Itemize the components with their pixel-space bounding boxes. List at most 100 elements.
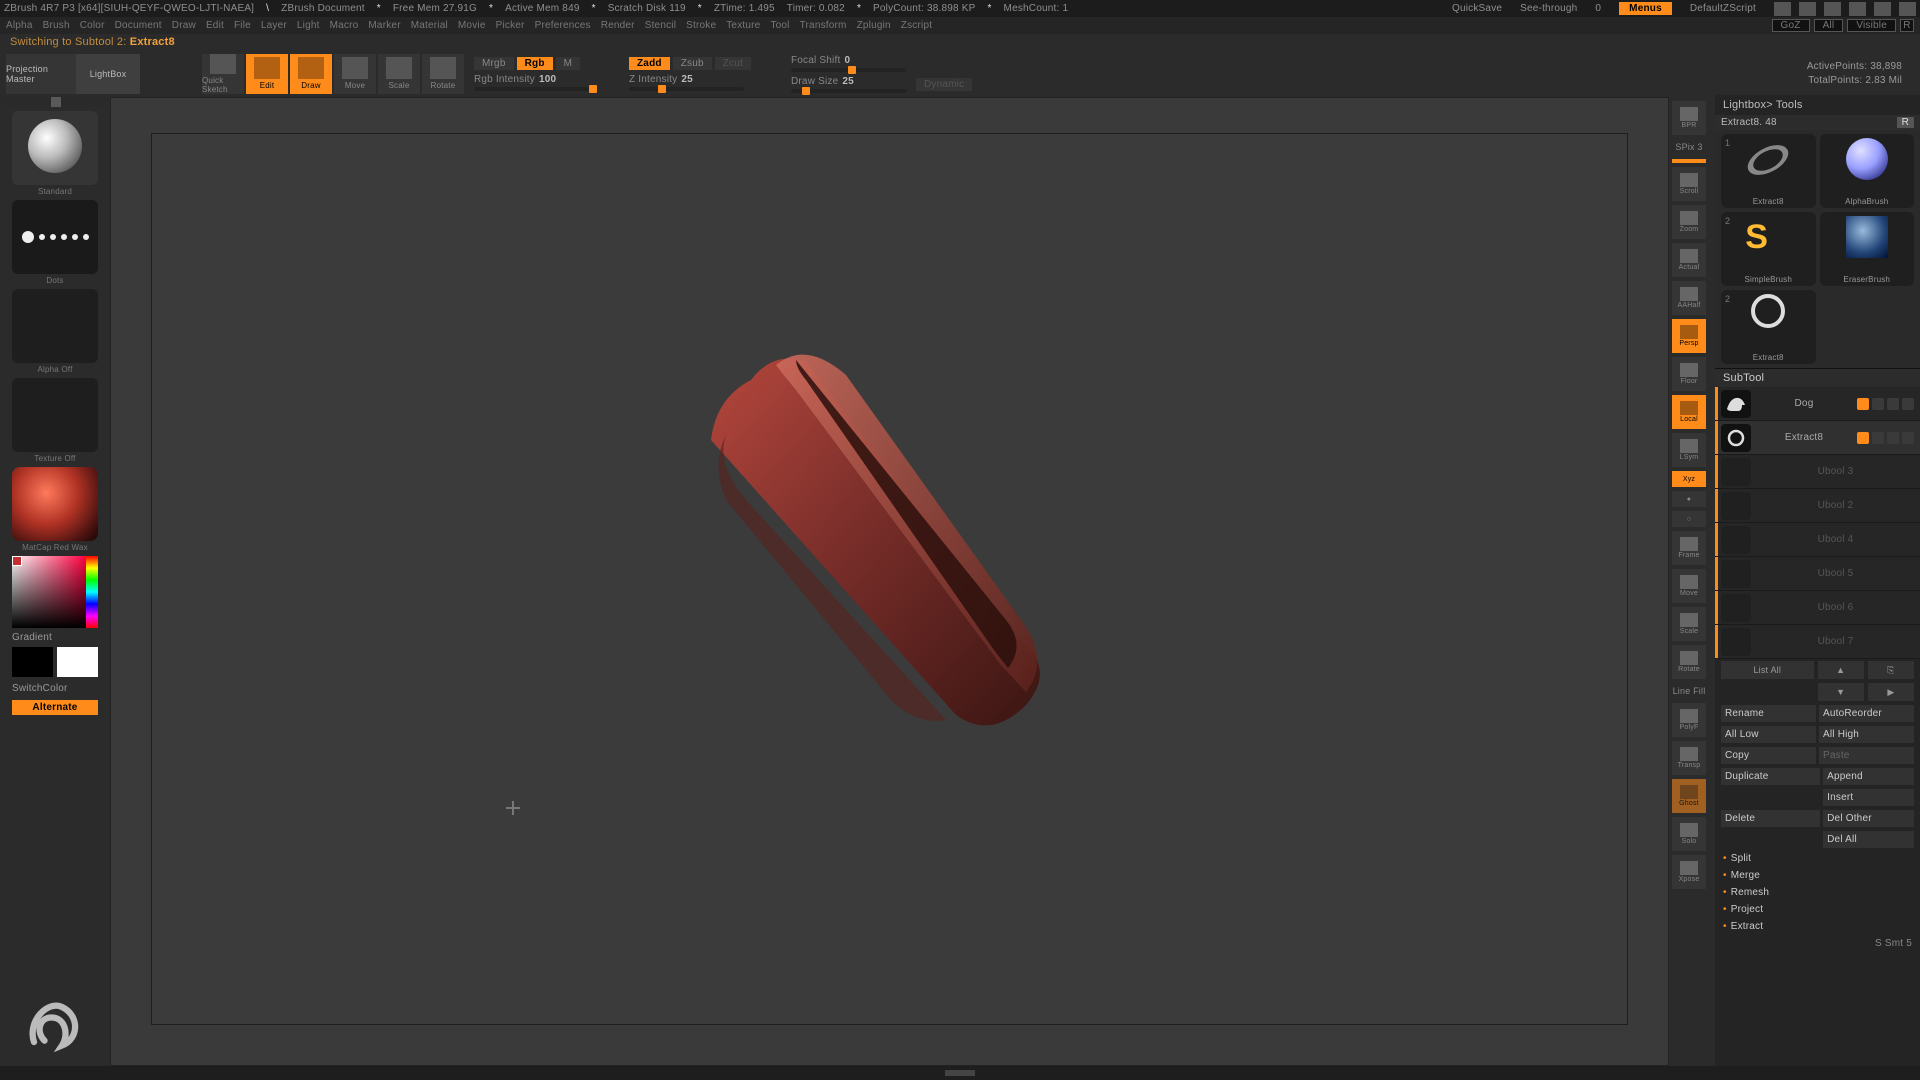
tool-thumb-eraserbrush[interactable]: EraserBrush — [1820, 212, 1915, 286]
move-cam-button[interactable]: Move — [1672, 569, 1706, 603]
titlebar-util-icon[interactable] — [1774, 2, 1791, 16]
draw-button[interactable]: Draw — [290, 54, 332, 94]
zoom-button[interactable]: Zoom — [1672, 205, 1706, 239]
subtool-row[interactable]: Ubool 3 — [1715, 455, 1920, 489]
listall-button[interactable]: List All — [1721, 661, 1814, 679]
defaultzscript-button[interactable]: DefaultZScript — [1680, 2, 1766, 15]
menu-item[interactable]: Stroke — [686, 20, 716, 31]
quicksave-button[interactable]: QuickSave — [1442, 2, 1512, 15]
brush-thumbnail[interactable] — [12, 111, 98, 185]
subtool-flag[interactable] — [1887, 432, 1899, 444]
lightbox-breadcrumb[interactable]: Lightbox> Tools — [1715, 95, 1920, 115]
visibility-toggle[interactable] — [1857, 398, 1869, 410]
edit-button[interactable]: Edit — [246, 54, 288, 94]
quicksketch-button[interactable]: Quick Sketch — [202, 54, 244, 94]
stroke-thumbnail[interactable] — [12, 200, 98, 274]
merge-accordion[interactable]: •Merge — [1715, 867, 1920, 884]
menu-item[interactable]: Light — [297, 20, 320, 31]
menu-item[interactable]: Material — [411, 20, 448, 31]
arrow-right-button[interactable]: ▶ — [1868, 683, 1914, 701]
alllow-button[interactable]: All Low — [1721, 726, 1816, 743]
menu-item[interactable]: Texture — [726, 20, 760, 31]
delother-button[interactable]: Del Other — [1823, 810, 1914, 827]
scale-button[interactable]: Scale — [378, 54, 420, 94]
texture-thumbnail[interactable] — [12, 378, 98, 452]
axis-z-button[interactable]: ○ — [1672, 511, 1706, 527]
rgb-button[interactable]: Rgb — [517, 57, 553, 70]
mrgb-button[interactable]: Mrgb — [474, 57, 514, 70]
menu-item[interactable]: Alpha — [6, 20, 33, 31]
bpr-button[interactable]: BPR — [1672, 101, 1706, 135]
document-canvas[interactable] — [110, 97, 1669, 1066]
persp-button[interactable]: Persp — [1672, 319, 1706, 353]
subtool-flag[interactable] — [1902, 432, 1914, 444]
allhigh-button[interactable]: All High — [1819, 726, 1914, 743]
menu-item[interactable]: Stencil — [645, 20, 676, 31]
focal-shift-slider[interactable] — [791, 68, 906, 72]
insert-button[interactable]: Insert — [1823, 789, 1914, 806]
floor-button[interactable]: Floor — [1672, 357, 1706, 391]
goz-r-button[interactable]: R — [1900, 19, 1914, 32]
paste-button[interactable]: Paste — [1819, 747, 1914, 764]
solo-button[interactable]: Solo — [1672, 817, 1706, 851]
menu-item[interactable]: Picker — [496, 20, 525, 31]
switchcolor-button[interactable]: SwitchColor — [12, 681, 98, 696]
tool-r-button[interactable]: R — [1897, 117, 1914, 128]
subtool-row[interactable]: Ubool 7 — [1715, 625, 1920, 659]
subtool-row[interactable]: Dog — [1715, 387, 1920, 421]
subtool-flag[interactable] — [1887, 398, 1899, 410]
aahalf-button[interactable]: AAHalf — [1672, 281, 1706, 315]
tool-thumb-simplebrush[interactable]: 2SSimpleBrush — [1721, 212, 1816, 286]
minimize-icon[interactable] — [1849, 2, 1866, 16]
menu-item[interactable]: Draw — [172, 20, 196, 31]
delall-button[interactable]: Del All — [1823, 831, 1914, 848]
spix-slider[interactable] — [1672, 159, 1706, 163]
extract-accordion[interactable]: •Extract — [1715, 918, 1920, 935]
m-button[interactable]: M — [556, 57, 581, 70]
close-icon[interactable] — [1899, 2, 1916, 16]
menu-item[interactable]: Zscript — [901, 20, 932, 31]
tool-thumb-extract[interactable]: 1Extract8 — [1721, 134, 1816, 208]
duplicate-button[interactable]: Duplicate — [1721, 768, 1820, 785]
spix-value[interactable]: SPix 3 — [1672, 139, 1706, 155]
subtool-row[interactable]: Ubool 5 — [1715, 557, 1920, 591]
menu-item[interactable]: Macro — [330, 20, 359, 31]
zcut-button[interactable]: Zcut — [715, 57, 751, 70]
move-button[interactable]: Move — [334, 54, 376, 94]
secondary-color-swatch[interactable] — [12, 647, 53, 677]
menu-item[interactable]: Marker — [368, 20, 400, 31]
maximize-icon[interactable] — [1874, 2, 1891, 16]
z-intensity-slider[interactable] — [629, 87, 744, 91]
menu-item[interactable]: Document — [115, 20, 162, 31]
ghost-button[interactable]: Ghost — [1672, 779, 1706, 813]
subtool-flag[interactable] — [1902, 398, 1914, 410]
rotate-button[interactable]: Rotate — [422, 54, 464, 94]
subtool-row[interactable]: Ubool 6 — [1715, 591, 1920, 625]
menu-item[interactable]: Render — [601, 20, 635, 31]
zsub-button[interactable]: Zsub — [673, 57, 712, 70]
scale-cam-button[interactable]: Scale — [1672, 607, 1706, 641]
xpose-button[interactable]: Xpose — [1672, 855, 1706, 889]
tool-thumb-alphabrush[interactable]: AlphaBrush — [1820, 134, 1915, 208]
delete-button[interactable]: Delete — [1721, 810, 1820, 827]
menu-item[interactable]: Movie — [458, 20, 486, 31]
dynamic-button[interactable]: Dynamic — [916, 78, 972, 91]
movedown-button[interactable]: ▼ — [1818, 683, 1864, 701]
subtool-row[interactable]: Extract8 — [1715, 421, 1920, 455]
xyz-button[interactable]: Xyz — [1672, 471, 1706, 487]
color-picker[interactable] — [12, 556, 98, 628]
scroll-button[interactable]: Scroll — [1672, 167, 1706, 201]
subtool-flag[interactable] — [1872, 398, 1884, 410]
rotate-cam-button[interactable]: Rotate — [1672, 645, 1706, 679]
append-button[interactable]: Append — [1823, 768, 1914, 785]
menu-item[interactable]: Edit — [206, 20, 224, 31]
rename-button[interactable]: Rename — [1721, 705, 1816, 722]
frame-button[interactable]: Frame — [1672, 531, 1706, 565]
menu-item[interactable]: Zplugin — [857, 20, 891, 31]
goz-button[interactable]: GoZ — [1772, 19, 1810, 32]
footer-grip[interactable] — [945, 1070, 975, 1076]
subtool-flag[interactable] — [1872, 432, 1884, 444]
left-scrubber[interactable] — [1, 97, 109, 107]
menu-item[interactable]: Transform — [800, 20, 847, 31]
project-accordion[interactable]: •Project — [1715, 901, 1920, 918]
